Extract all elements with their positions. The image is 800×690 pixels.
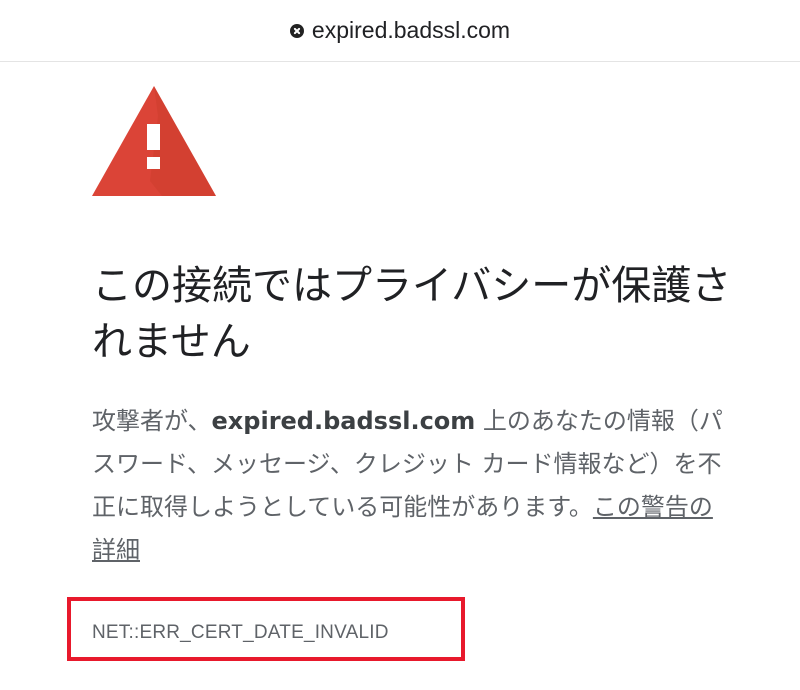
page-title: この接続ではプライバシーが保護されません — [92, 263, 732, 365]
url-text[interactable]: expired.badssl.com — [312, 17, 510, 44]
error-x-icon[interactable] — [289, 23, 304, 38]
error-code: NET::ERR_CERT_DATE_INVALID — [92, 622, 389, 643]
host-name: expired.badssl.com — [211, 407, 476, 435]
interstitial-content: この接続ではプライバシーが保護されません 攻撃者が、expired.badssl… — [92, 86, 732, 572]
url-display[interactable]: expired.badssl.com — [289, 17, 510, 44]
description-prefix: 攻撃者が、 — [92, 407, 212, 435]
address-bar[interactable]: expired.badssl.com — [0, 0, 800, 62]
warning-description: 攻撃者が、expired.badssl.com 上のあなたの情報（パスワード、メ… — [92, 400, 732, 572]
warning-triangle-icon — [92, 86, 216, 196]
